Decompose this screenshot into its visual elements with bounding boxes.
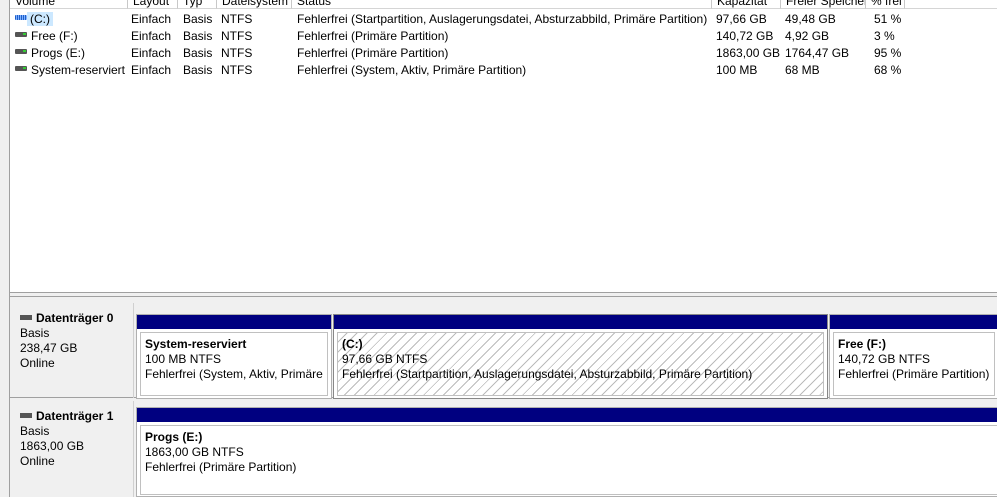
volume-pct: 68 % xyxy=(874,63,902,77)
disk-icon xyxy=(20,413,32,418)
volume-free: 49,48 GB xyxy=(785,12,836,26)
volume-layout: Einfach xyxy=(131,12,172,26)
volume-pct: 3 % xyxy=(874,29,895,43)
disk-name: Datenträger 0 xyxy=(36,311,114,325)
volume-fs: NTFS xyxy=(221,29,253,43)
col-percent-free[interactable]: % frei xyxy=(866,0,905,9)
partition-title: Progs (E:) xyxy=(145,430,203,444)
volume-layout: Einfach xyxy=(131,29,172,43)
volume-layout: Einfach xyxy=(131,46,172,60)
partition-status: Fehlerfrei (System, Aktiv, Primäre Parti… xyxy=(145,367,327,381)
drive-icon xyxy=(15,49,27,54)
partition-status: Fehlerfrei (Primäre Partition) xyxy=(145,460,297,474)
col-filesystem[interactable]: Dateisystem xyxy=(217,0,292,9)
volume-list[interactable]: Volume Layout Typ Dateisystem Status Kap… xyxy=(10,0,997,292)
disk-0[interactable]: Datenträger 0 Basis 238,47 GB Online Sys… xyxy=(10,303,997,399)
partition-f[interactable]: Free (F:) 140,72 GB NTFS Fehlerfrei (Primä… xyxy=(829,314,997,399)
volume-row[interactable]: Progs (E:) Einfach Basis NTFS Fehlerfrei (Pr… xyxy=(10,44,997,61)
partition-size: 140,72 GB NTFS xyxy=(838,352,931,366)
volume-capacity: 140,72 GB xyxy=(716,29,774,43)
col-volume[interactable]: Volume xyxy=(10,0,128,9)
disk-name: Datenträger 1 xyxy=(36,409,114,423)
volume-status: Fehlerfrei (Primäre Partition) xyxy=(297,46,449,60)
volume-fs: NTFS xyxy=(221,12,253,26)
volume-capacity: 1863,00 GB xyxy=(716,46,781,60)
volume-type: Basis xyxy=(183,63,213,77)
volume-status: Fehlerfrei (System, Aktiv, Primäre Parti… xyxy=(297,63,527,77)
volume-free: 1764,47 GB xyxy=(785,46,850,60)
disk-0-label[interactable]: Datenträger 0 Basis 238,47 GB Online xyxy=(10,303,134,398)
col-empty xyxy=(905,0,997,9)
volume-row[interactable]: (C:) Einfach Basis NTFS Fehlerfrei (Startpar… xyxy=(10,10,997,27)
col-free-space[interactable]: Freier Speicher xyxy=(781,0,866,9)
disk-map: Datenträger 0 Basis 238,47 GB Online Sys… xyxy=(10,297,997,497)
striped-volume-icon xyxy=(15,15,27,20)
drive-icon xyxy=(15,32,27,37)
col-capacity[interactable]: Kapazität xyxy=(712,0,781,9)
col-status[interactable]: Status xyxy=(292,0,712,9)
partition-title: Free (F:) xyxy=(838,337,886,351)
volume-name: System-reserviert xyxy=(31,63,126,77)
volume-free: 68 MB xyxy=(785,63,820,77)
volume-status: Fehlerfrei (Startpartition, Auslagerungs… xyxy=(297,12,708,26)
partition-title: System-reserviert xyxy=(145,337,247,351)
volume-pct: 51 % xyxy=(874,12,902,26)
volume-pct: 95 % xyxy=(874,46,902,60)
volume-type: Basis xyxy=(183,29,213,43)
volume-fs: NTFS xyxy=(221,46,253,60)
col-type[interactable]: Typ xyxy=(178,0,217,9)
partition-size: 100 MB NTFS xyxy=(145,352,222,366)
partition-system-reserved[interactable]: System-reserviert 100 MB NTFS Fehlerfrei (… xyxy=(136,314,332,399)
partition-size: 1863,00 GB NTFS xyxy=(145,445,244,459)
volume-free: 4,92 GB xyxy=(785,29,830,43)
disk-state: Online xyxy=(20,356,55,370)
left-window-edge xyxy=(0,0,10,497)
partition-status: Fehlerfrei (Primäre Partition) xyxy=(838,367,990,381)
volume-name: Progs (E:) xyxy=(31,46,86,60)
volume-row[interactable]: System-reserviert Einfach Basis NTFS Fehlerf… xyxy=(10,61,997,78)
volume-row[interactable]: Free (F:) Einfach Basis NTFS Fehlerfrei (Pri… xyxy=(10,27,997,44)
disk-icon xyxy=(20,315,32,320)
volume-capacity: 97,66 GB xyxy=(716,12,767,26)
disk-1-label[interactable]: Datenträger 1 Basis 1863,00 GB Online xyxy=(10,401,134,497)
disk-1[interactable]: Datenträger 1 Basis 1863,00 GB Online Pr… xyxy=(10,401,997,497)
disk-size: 1863,00 GB xyxy=(20,439,85,453)
volume-name: Free (F:) xyxy=(31,29,78,43)
partition-size: 97,66 GB NTFS xyxy=(342,352,428,366)
col-layout[interactable]: Layout xyxy=(128,0,178,9)
disk-type: Basis xyxy=(20,424,50,438)
partition-status: Fehlerfrei (Startpartition, Auslagerungs… xyxy=(342,367,753,381)
disk-type: Basis xyxy=(20,326,50,340)
volume-type: Basis xyxy=(183,46,213,60)
volume-status: Fehlerfrei (Primäre Partition) xyxy=(297,29,449,43)
partition-e[interactable]: Progs (E:) 1863,00 GB NTFS Fehlerfrei (Pri… xyxy=(136,407,997,497)
drive-icon xyxy=(15,66,27,71)
disk-state: Online xyxy=(20,454,55,468)
partition-title: (C:) xyxy=(342,337,363,351)
volume-capacity: 100 MB xyxy=(716,63,758,77)
volume-layout: Einfach xyxy=(131,63,172,77)
volume-type: Basis xyxy=(183,12,213,26)
volume-name: (C:) xyxy=(27,12,53,26)
disk-size: 238,47 GB xyxy=(20,341,78,355)
volume-fs: NTFS xyxy=(221,63,253,77)
partition-c[interactable]: (C:) 97,66 GB NTFS Fehlerfrei (Startpartit… xyxy=(333,314,828,399)
